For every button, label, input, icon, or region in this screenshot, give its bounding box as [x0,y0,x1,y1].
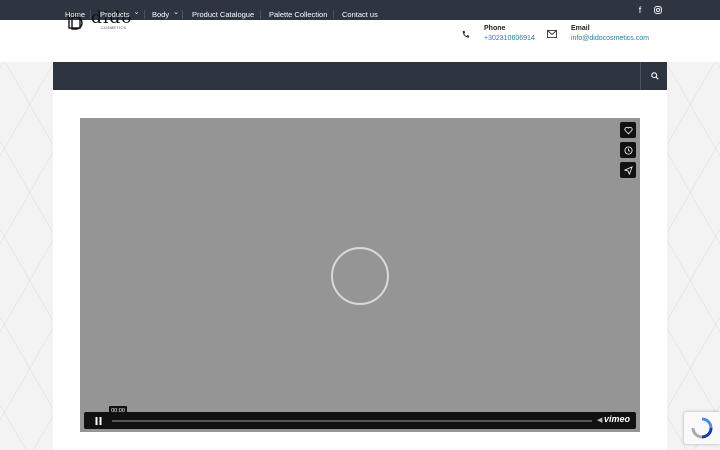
nav-item-products[interactable]: Products ⌄ [100,0,139,28]
nav-divider [182,10,183,19]
heart-icon [623,126,633,134]
watch-later-button[interactable] [620,142,636,158]
recaptcha-icon [691,417,713,439]
instagram-icon[interactable] [651,0,665,20]
nav-divider [90,10,91,19]
nav-item-label: Palette Collection [269,9,328,19]
like-button[interactable] [620,122,636,138]
facebook-icon[interactable]: f [633,0,647,20]
search-button[interactable] [640,62,668,90]
time-display: 00:00 [109,406,127,415]
vimeo-logo[interactable]: vimeo [604,414,630,424]
phone-value[interactable]: +302310606914 [484,35,535,42]
nav-item-home[interactable]: Home [65,0,85,28]
nav-divider [260,10,261,19]
phone-label: Phone [484,25,506,32]
nav-item-label: Products [100,9,130,19]
chevron-down-icon: ⌄ [133,9,140,16]
share-button[interactable] [620,162,636,178]
email-value[interactable]: info@didocosmetics.com [571,35,649,42]
nav-item-product-catalogue[interactable]: Product Catalogue [192,0,254,28]
recaptcha-badge[interactable] [684,412,720,444]
loading-spinner [331,247,389,305]
phone-icon [458,27,472,41]
email-label: Email [571,25,590,32]
pause-icon [95,416,101,425]
envelope-icon [545,27,559,41]
progress-bar[interactable] [112,420,592,422]
search-icon [650,72,659,80]
clock-icon [623,145,633,155]
facebook-glyph: f [638,5,642,15]
nav-item-label: Product Catalogue [192,9,255,19]
nav-item-body[interactable]: Body ⌄ [152,0,179,28]
nav-item-label: Home [65,9,86,19]
pause-button[interactable] [87,413,109,428]
nav-item-contact-us[interactable]: Contact us [342,0,378,28]
chevron-down-icon: ⌄ [173,9,179,16]
nav-item-label: Contact us [342,9,378,19]
send-icon [623,165,633,175]
nav-item-palette-collection[interactable]: Palette Collection [269,0,327,28]
nav-divider [333,10,334,19]
instagram-glyph [654,6,662,14]
nav-divider [144,10,145,19]
main-nav [53,62,667,90]
nav-item-label: Body [152,9,170,19]
volume-icon[interactable]: ◀ [597,416,602,424]
